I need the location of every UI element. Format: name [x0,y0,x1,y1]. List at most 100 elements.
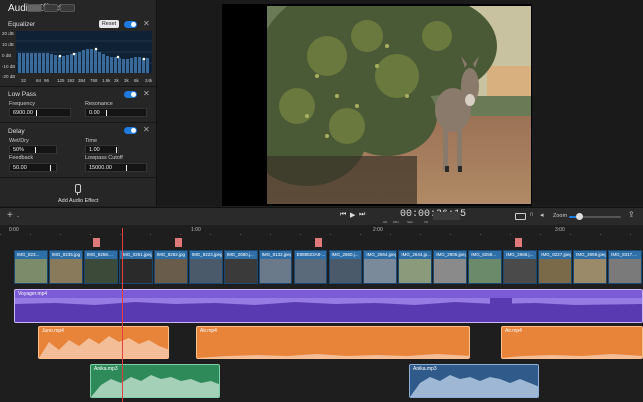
audio-clip-air-1[interactable]: Air.mp4 [196,326,470,359]
video-clip[interactable]: IMG_2660.j... [328,250,363,284]
frequency-value: 6900.00 [13,110,33,116]
eq-freq-label: 125 [57,78,65,83]
timeline-marker[interactable] [515,238,522,247]
video-clip[interactable]: IMG_2668.j... [503,250,538,284]
frequency-field[interactable]: 6900.00 [9,108,71,117]
donkey-photo [267,6,531,204]
video-clip[interactable]: IMG_8258.... [83,250,118,284]
video-clip-label: IMG_8227.jpeg [541,252,572,257]
blade-tool-button[interactable] [44,4,58,12]
video-clip[interactable]: IMG_8317.... [608,250,642,284]
feedback-field[interactable]: 50.00 [9,163,57,172]
wetdry-field[interactable]: 50% [9,145,57,154]
feedback-label: Feedback [9,155,34,161]
timeline-marker[interactable] [93,238,100,247]
video-clip-thumbnail [329,259,362,283]
range-tool-button[interactable] [60,4,75,12]
video-clip[interactable]: IMG_2644.jp... [398,250,433,284]
ruler-tick: 3:00 [555,227,565,233]
plus-icon[interactable]: + [7,210,13,221]
video-clip-label: IMG_8235.jpg [51,252,81,257]
video-clip-label: IMG_2906.jpeg [436,252,468,257]
low-pass-remove-icon[interactable]: ✕ [143,90,150,98]
delay-label: Delay [8,128,25,135]
video-clip[interactable]: IMG_8258... [468,250,503,284]
video-clip[interactable]: IMG_2680.j... [223,250,258,284]
eq-freq-label: 384 [78,78,86,83]
audio-effects-panel: Audio Effects Equalizer Reset ✕ 20 dB 10… [0,0,157,206]
video-clip[interactable]: IMG_2659.jpeg [573,250,607,284]
video-clip-label: IMG_2660.j... [331,252,359,257]
eq-freq-label: 64 [36,78,42,83]
video-clip-label: IMG_8132.jpeg [261,252,293,257]
time-value: 1.00 [89,147,100,153]
low-pass-label: Low Pass [8,91,37,98]
video-clip[interactable]: IMG_8132.jpeg [258,250,293,284]
equalizer-remove-icon[interactable]: ✕ [143,20,150,28]
video-clip-thumbnail [224,259,257,283]
video-clip[interactable]: IMG_823... [14,250,48,284]
text-cursor [36,110,37,116]
eq-freq-label: 2k [114,78,119,83]
audio-clip-juno[interactable]: Juno.mp4 [38,326,169,359]
timeline-marker[interactable] [175,238,182,247]
level-meter [433,212,460,220]
video-clip[interactable]: IMG_2906.jpeg [433,250,468,284]
ruler-tick: 2:00 [373,227,383,233]
video-clip-thumbnail [15,259,47,283]
equalizer-reset-button[interactable]: Reset [99,20,119,28]
equalizer-toggle[interactable] [124,21,137,28]
video-clip[interactable]: IMG_8223.jpeg [188,250,223,284]
audio-clip-air-2[interactable]: Air.mp4 [501,326,643,359]
video-clip[interactable]: IMG_8235.jpg [48,250,83,284]
arrow-tool-button[interactable] [27,4,42,12]
anika-waveform [91,375,219,397]
timeline-marker[interactable] [315,238,322,247]
video-clip-thumbnail [399,259,432,283]
video-clip[interactable]: IMG_2664.jpeg [363,250,398,284]
play-icon[interactable]: ▶ [350,211,355,219]
audio-skimming-icon[interactable]: ∩ [529,211,534,218]
video-clip[interactable]: E888823A8-... [293,250,328,284]
divider [0,177,156,178]
lowpass-cutoff-field[interactable]: 15000.00 [85,163,147,172]
timecode-unit: FR [424,220,428,224]
skip-forward-icon[interactable]: ⏭ [359,211,365,219]
frequency-label: Frequency [9,101,35,107]
video-clip-thumbnail [154,259,187,283]
playhead[interactable] [122,228,123,402]
eq-freq-label: 6k [134,78,139,83]
eq-freq-label: 3k [124,78,129,83]
eq-db-label: 10 dB [2,42,14,47]
audio-clip-anika-1[interactable]: Anika.mp3 [90,364,220,398]
microphone-icon[interactable] [75,184,81,193]
video-clip[interactable]: IMG_0261.jpeg [118,250,153,284]
feedback-value: 50.00 [13,165,27,171]
video-clip-thumbnail [259,259,292,283]
ruler-tick: 1:00 [191,227,201,233]
ruler-tick: 0:00 [9,227,19,233]
air-waveform [197,354,469,358]
video-clip-label: IMG_8262.jpg [156,252,186,257]
eq-db-label: -20 dB [2,74,16,79]
skip-back-icon[interactable]: ⏮ [340,211,346,219]
delay-remove-icon[interactable]: ✕ [143,126,150,134]
resonance-field[interactable]: 0.00 [85,108,147,117]
share-icon[interactable]: ⇪ [628,210,635,219]
audio-clip-anika-2[interactable]: Anika.mp3 [409,364,539,398]
video-clip-thumbnail [539,259,572,283]
video-clip-thumbnail [84,259,117,283]
speaker-icon[interactable]: ◂ [540,211,544,219]
video-clip[interactable]: IMG_8262.jpg [153,250,188,284]
audio-clip-voyager[interactable]: Voyager.mp4 [14,289,643,323]
add-audio-effect-button[interactable]: Add Audio Effect [58,198,99,204]
delay-toggle[interactable] [124,127,137,134]
low-pass-toggle[interactable] [124,91,137,98]
snapping-icon[interactable] [515,213,526,220]
time-field[interactable]: 1.00 [85,145,119,154]
chevron-down-icon[interactable]: ⌄ [16,213,20,219]
equalizer-graph[interactable] [16,31,152,73]
timecode-unit: HR [383,220,388,224]
video-clip[interactable]: IMG_8227.jpeg [538,250,573,284]
eq-db-label: 0 dB [2,53,12,58]
